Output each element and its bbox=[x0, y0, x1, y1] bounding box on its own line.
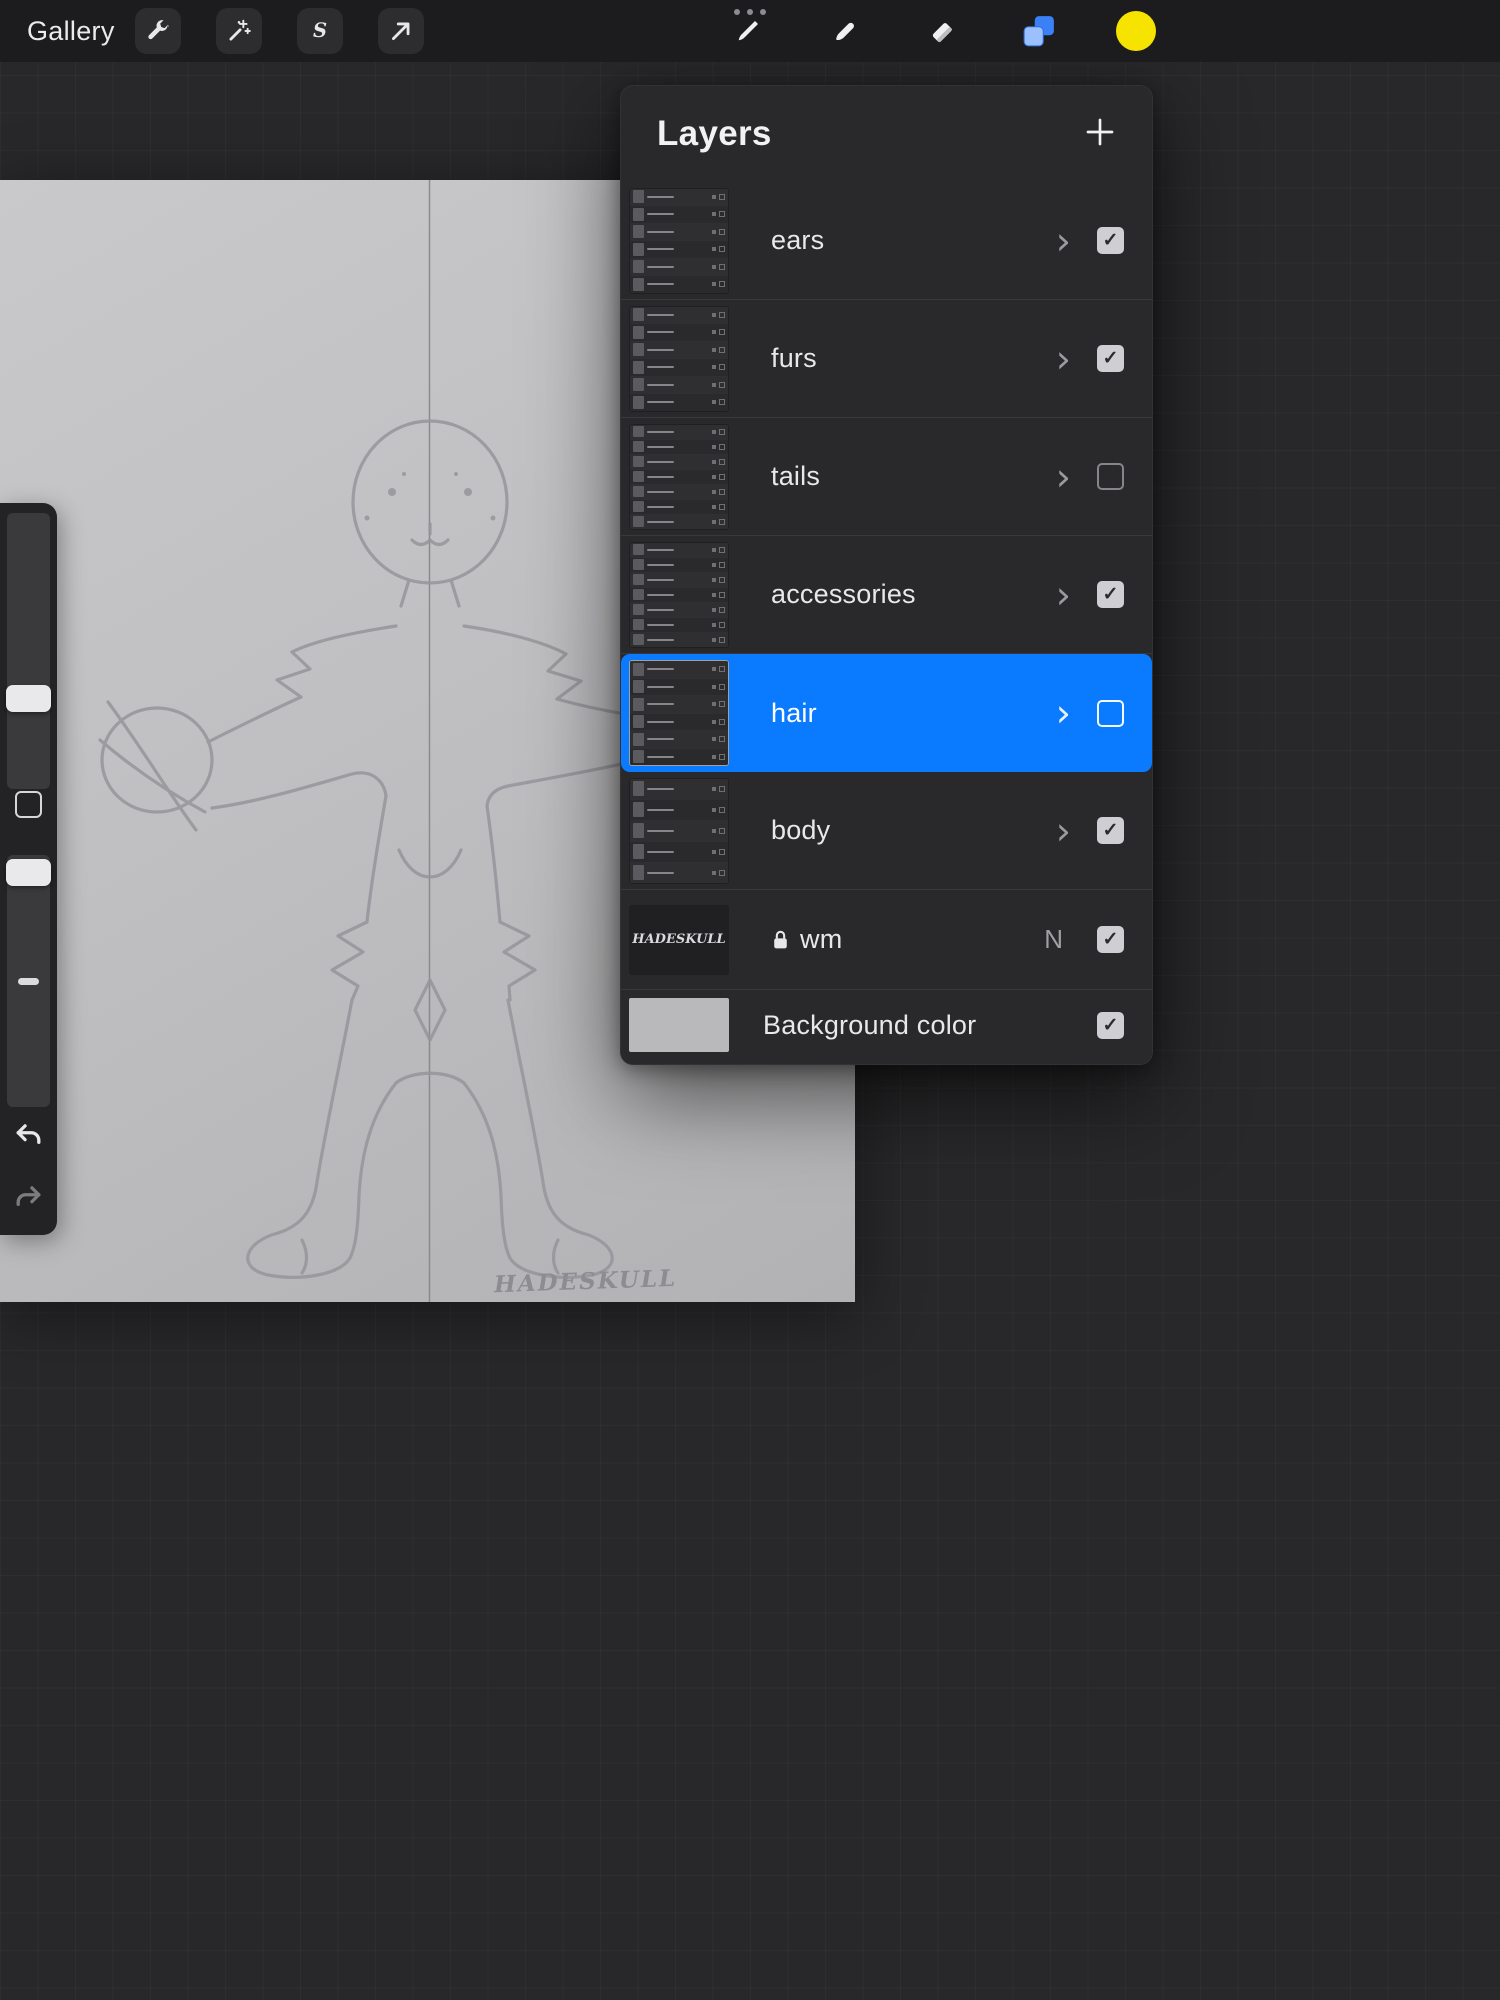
expand-group-chevron-icon[interactable]: › bbox=[1056, 694, 1071, 732]
layer-label: hair bbox=[771, 697, 817, 728]
background-color-thumbnail[interactable] bbox=[629, 998, 729, 1052]
selection-button[interactable]: S bbox=[297, 8, 343, 54]
layer-row-accessories[interactable]: accessories › bbox=[621, 536, 1152, 654]
adjustments-button[interactable] bbox=[216, 8, 262, 54]
layer-row-furs[interactable]: furs › bbox=[621, 300, 1152, 418]
eraser-tool-button[interactable] bbox=[920, 9, 964, 53]
undo-icon bbox=[16, 1124, 41, 1145]
thumbnail-watermark-text: HADESKULL bbox=[632, 932, 726, 947]
layer-row-body[interactable]: body › bbox=[621, 772, 1152, 890]
smudge-icon bbox=[836, 22, 854, 41]
magic-wand-icon bbox=[229, 19, 251, 41]
layer-group-thumbnail[interactable] bbox=[629, 541, 729, 648]
layer-label: wm bbox=[800, 924, 843, 954]
layer-label: accessories bbox=[771, 579, 916, 609]
layer-label: body bbox=[771, 815, 831, 845]
undo-button[interactable] bbox=[12, 1119, 45, 1157]
layer-label: tails bbox=[771, 461, 821, 491]
brush-tool-button[interactable] bbox=[726, 9, 770, 53]
smudge-tool-button[interactable] bbox=[823, 9, 867, 53]
layer-row-background-color[interactable]: Background color bbox=[621, 990, 1152, 1060]
layers-panel: Layers ears › furs › tails › bbox=[620, 85, 1153, 1065]
brush-opacity-handle[interactable] bbox=[6, 859, 51, 886]
layer-group-thumbnail[interactable] bbox=[629, 423, 729, 530]
modify-button[interactable] bbox=[15, 791, 42, 818]
brush-size-slider[interactable] bbox=[7, 513, 50, 789]
layer-visibility-checkbox[interactable] bbox=[1097, 926, 1124, 953]
layers-panel-button[interactable] bbox=[1017, 9, 1061, 53]
brush-size-handle[interactable] bbox=[6, 685, 51, 712]
layer-visibility-checkbox[interactable] bbox=[1097, 699, 1124, 727]
layer-group-thumbnail[interactable] bbox=[629, 660, 729, 766]
blend-mode-button[interactable]: N bbox=[1044, 924, 1063, 955]
right-tool-group bbox=[726, 9, 1158, 53]
lock-icon bbox=[771, 929, 790, 951]
gallery-button[interactable]: Gallery bbox=[27, 0, 115, 62]
layer-visibility-checkbox[interactable] bbox=[1097, 227, 1124, 254]
brush-sidebar bbox=[0, 503, 57, 1235]
redo-icon bbox=[16, 1186, 41, 1207]
brush-icon bbox=[738, 21, 758, 41]
left-tool-group: S bbox=[135, 8, 424, 54]
plus-icon bbox=[1086, 118, 1114, 145]
actions-wrench-button[interactable] bbox=[135, 8, 181, 54]
expand-group-chevron-icon[interactable]: › bbox=[1056, 458, 1071, 496]
layer-visibility-checkbox[interactable] bbox=[1097, 817, 1124, 844]
layer-visibility-checkbox[interactable] bbox=[1097, 463, 1124, 490]
layers-panel-header: Layers bbox=[621, 86, 1152, 182]
move-arrow-icon bbox=[392, 22, 410, 40]
add-layer-button[interactable] bbox=[1084, 116, 1116, 153]
layer-group-thumbnail[interactable] bbox=[629, 187, 729, 294]
opacity-marker bbox=[18, 978, 39, 985]
expand-group-chevron-icon[interactable]: › bbox=[1056, 812, 1071, 850]
layer-row-tails[interactable]: tails › bbox=[621, 418, 1152, 536]
expand-group-chevron-icon[interactable]: › bbox=[1056, 576, 1071, 614]
layer-row-ears[interactable]: ears › bbox=[621, 182, 1152, 300]
expand-group-chevron-icon[interactable]: › bbox=[1056, 340, 1071, 378]
eraser-icon bbox=[932, 23, 952, 43]
layer-visibility-checkbox[interactable] bbox=[1097, 1011, 1124, 1039]
selection-s-icon: S bbox=[313, 19, 327, 42]
layer-visibility-checkbox[interactable] bbox=[1097, 581, 1124, 608]
transform-button[interactable] bbox=[378, 8, 424, 54]
layers-title: Layers bbox=[657, 114, 772, 153]
layer-visibility-checkbox[interactable] bbox=[1097, 345, 1124, 372]
layer-row-wm[interactable]: HADESKULL wm N bbox=[621, 890, 1152, 990]
wrench-icon bbox=[148, 20, 169, 40]
current-color-swatch bbox=[1116, 11, 1156, 51]
layers-icon bbox=[1023, 16, 1054, 47]
layer-label: ears bbox=[771, 225, 825, 255]
top-toolbar: Gallery S bbox=[0, 0, 1500, 62]
layer-row-hair[interactable]: hair › bbox=[621, 654, 1152, 772]
color-picker-button[interactable] bbox=[1114, 9, 1158, 53]
redo-button[interactable] bbox=[12, 1181, 45, 1219]
svg-text:S: S bbox=[313, 19, 327, 42]
layer-list: ears › furs › tails › accessories › bbox=[621, 182, 1152, 1060]
layer-label: furs bbox=[771, 343, 817, 373]
layer-thumbnail[interactable]: HADESKULL bbox=[629, 904, 729, 975]
expand-group-chevron-icon[interactable]: › bbox=[1056, 222, 1071, 260]
layer-group-thumbnail[interactable] bbox=[629, 777, 729, 884]
layer-label: Background color bbox=[763, 1009, 977, 1040]
layer-group-thumbnail[interactable] bbox=[629, 305, 729, 412]
